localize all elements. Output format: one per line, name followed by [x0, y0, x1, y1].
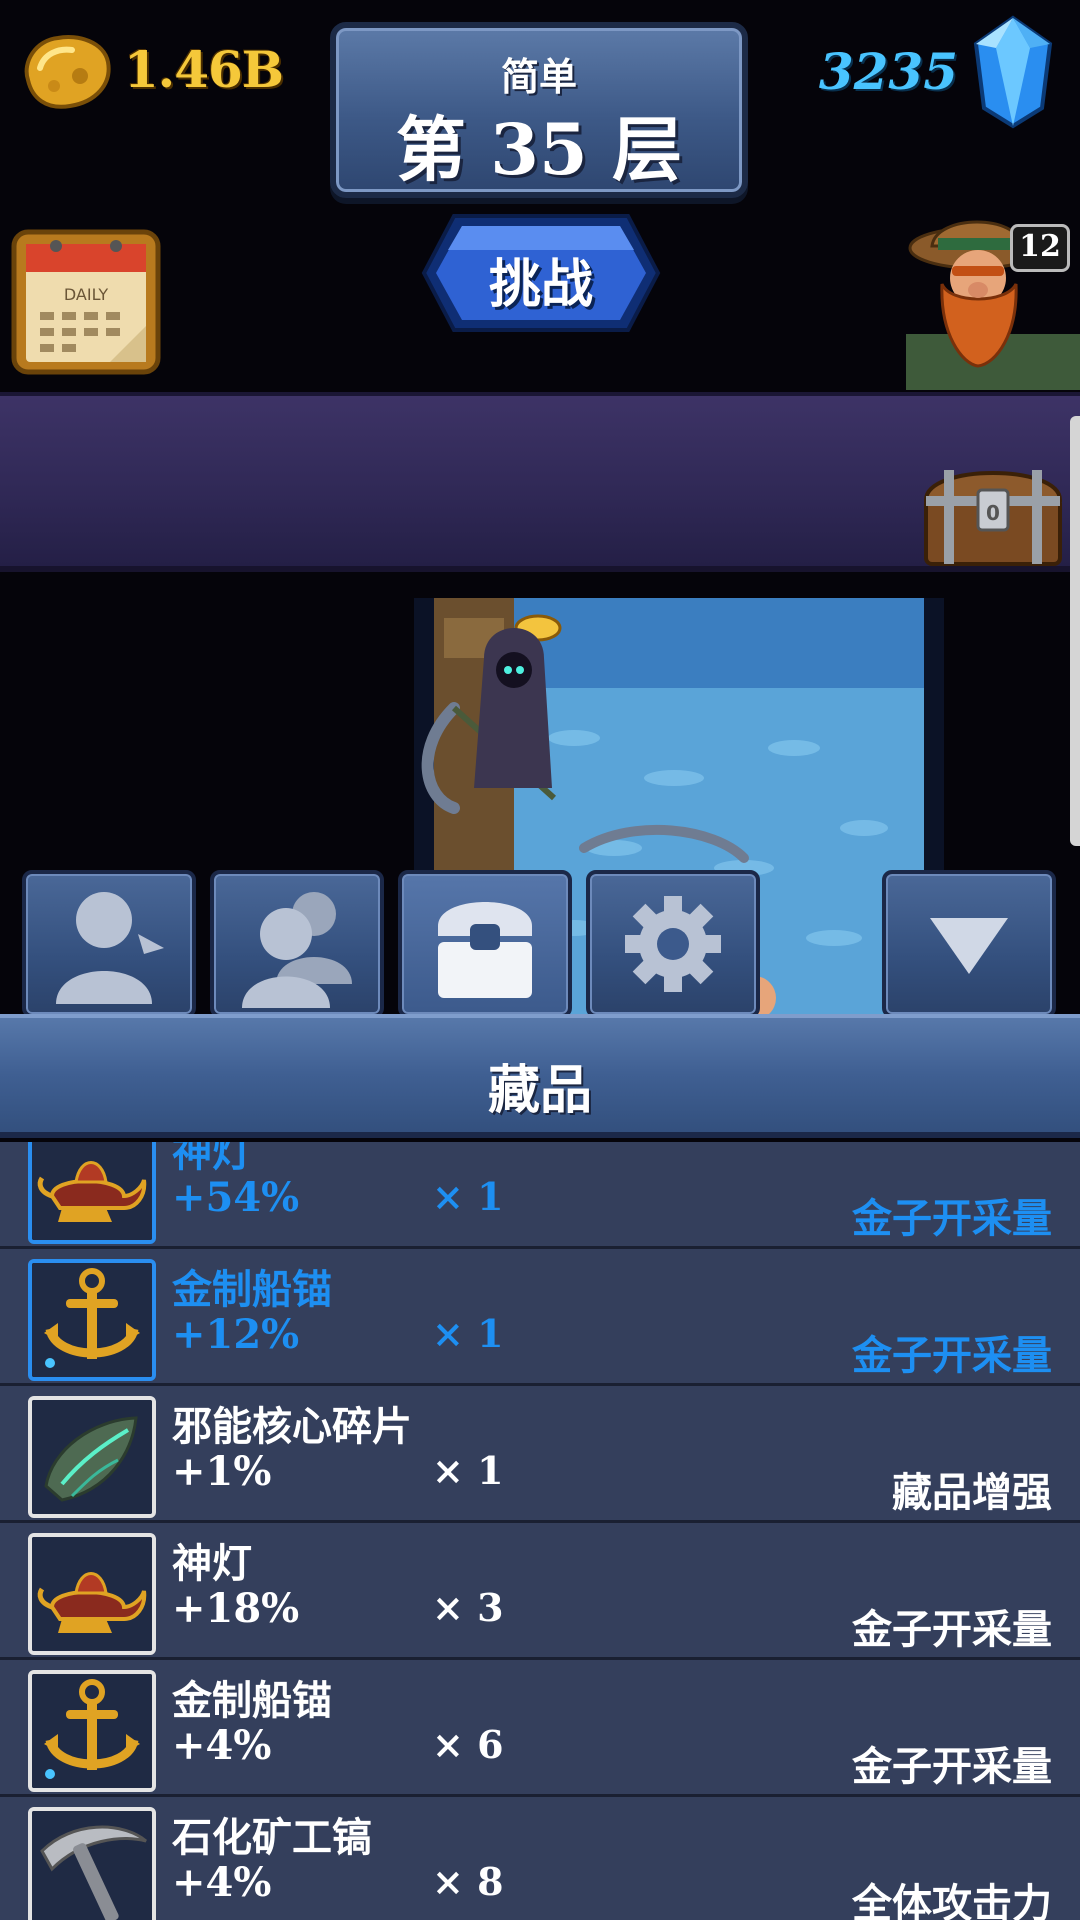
relic-quantity: × 1 [432, 1311, 504, 1356]
relic-bonus: +4% [172, 1859, 272, 1906]
difficulty-label: 简单 [500, 55, 577, 99]
relic-quantity: × 1 [432, 1448, 504, 1493]
relic-name: 金制船锚 [172, 1267, 332, 1313]
triangle-down-icon [930, 918, 1008, 974]
relic-bonus: +1% [172, 1448, 272, 1495]
tab-relics[interactable] [398, 870, 572, 1018]
gold-nugget-icon [18, 28, 112, 112]
challenge-button[interactable]: 挑战 [420, 212, 662, 334]
challenge-label: 挑战 [488, 255, 593, 315]
floor-plaque: 简单 第 35 层 [330, 22, 748, 198]
section-title: 藏品 [487, 1061, 592, 1121]
relic-row[interactable]: 石化矿工镐 +4% × 8 全体攻击力 [0, 1797, 1080, 1920]
relic-name: 神灯 [172, 1142, 252, 1176]
petrified-pickaxe-icon [28, 1807, 156, 1920]
golden-anchor-icon [28, 1670, 156, 1792]
genie-lamp-icon [28, 1142, 156, 1244]
relic-row[interactable]: 邪能核心碎片 +1% × 1 藏品增强 [0, 1386, 1080, 1523]
genie-lamp-icon [28, 1533, 156, 1655]
relic-bonus: +4% [172, 1722, 272, 1769]
tab-hero[interactable] [22, 870, 196, 1018]
relic-effect-type: 藏品增强 [892, 1470, 1052, 1516]
section-header: 藏品 [0, 1014, 1080, 1138]
mine-ceiling-band [0, 392, 1080, 572]
fel-core-shard-icon [28, 1396, 156, 1518]
relic-row[interactable]: 神灯 +54% × 1 金子开采量 [0, 1142, 1080, 1249]
relic-list[interactable]: 神灯 +54% × 1 金子开采量 金制船锚 +12% × 1 金子开采量 邪能核心碎片 +1% ×… [0, 1142, 1080, 1920]
gem-amount: 3235 [818, 42, 958, 101]
relic-quantity: × 1 [432, 1174, 504, 1219]
relic-name: 金制船锚 [172, 1678, 332, 1724]
gear-icon [625, 896, 721, 992]
daily-calendar-button[interactable]: DAILY [10, 226, 162, 376]
relic-row[interactable]: 神灯 +18% × 3 金子开采量 [0, 1523, 1080, 1660]
tab-team[interactable] [210, 870, 384, 1018]
scroll-handle[interactable] [1070, 416, 1080, 846]
relic-effect-type: 全体攻击力 [852, 1881, 1052, 1920]
person-icon [56, 892, 164, 1004]
relic-effect-type: 金子开采量 [852, 1333, 1052, 1379]
chest-icon [438, 902, 532, 998]
relic-effect-type: 金子开采量 [852, 1196, 1052, 1242]
relic-effect-type: 金子开采量 [852, 1607, 1052, 1653]
relic-bonus: +54% [172, 1174, 300, 1221]
tab-collapse[interactable] [882, 870, 1056, 1018]
relic-name: 神灯 [172, 1541, 252, 1587]
relic-quantity: × 3 [432, 1585, 504, 1630]
relic-row[interactable]: 金制船锚 +12% × 1 金子开采量 [0, 1249, 1080, 1386]
group-icon [242, 892, 352, 1008]
relic-name: 石化矿工镐 [172, 1815, 372, 1861]
gold-amount: 1.46B [124, 40, 284, 99]
calendar-label: DAILY [64, 285, 108, 304]
hero-level-badge: 12 [1010, 224, 1070, 272]
floor-title: 第 35 层 [395, 108, 683, 191]
relic-quantity: × 6 [432, 1722, 504, 1767]
relic-bonus: +12% [172, 1311, 300, 1358]
tab-settings[interactable] [586, 870, 760, 1018]
blue-gem-icon [970, 14, 1056, 130]
relic-row[interactable]: 金制船锚 +4% × 6 金子开采量 [0, 1660, 1080, 1797]
relic-name: 邪能核心碎片 [172, 1404, 412, 1450]
chest-counter: 0 [986, 501, 1000, 525]
relic-bonus: +18% [172, 1585, 300, 1632]
relic-quantity: × 8 [432, 1859, 504, 1904]
treasure-chest-icon[interactable]: 0 [920, 460, 1066, 570]
relic-effect-type: 金子开采量 [852, 1744, 1052, 1790]
golden-anchor-icon [28, 1259, 156, 1381]
